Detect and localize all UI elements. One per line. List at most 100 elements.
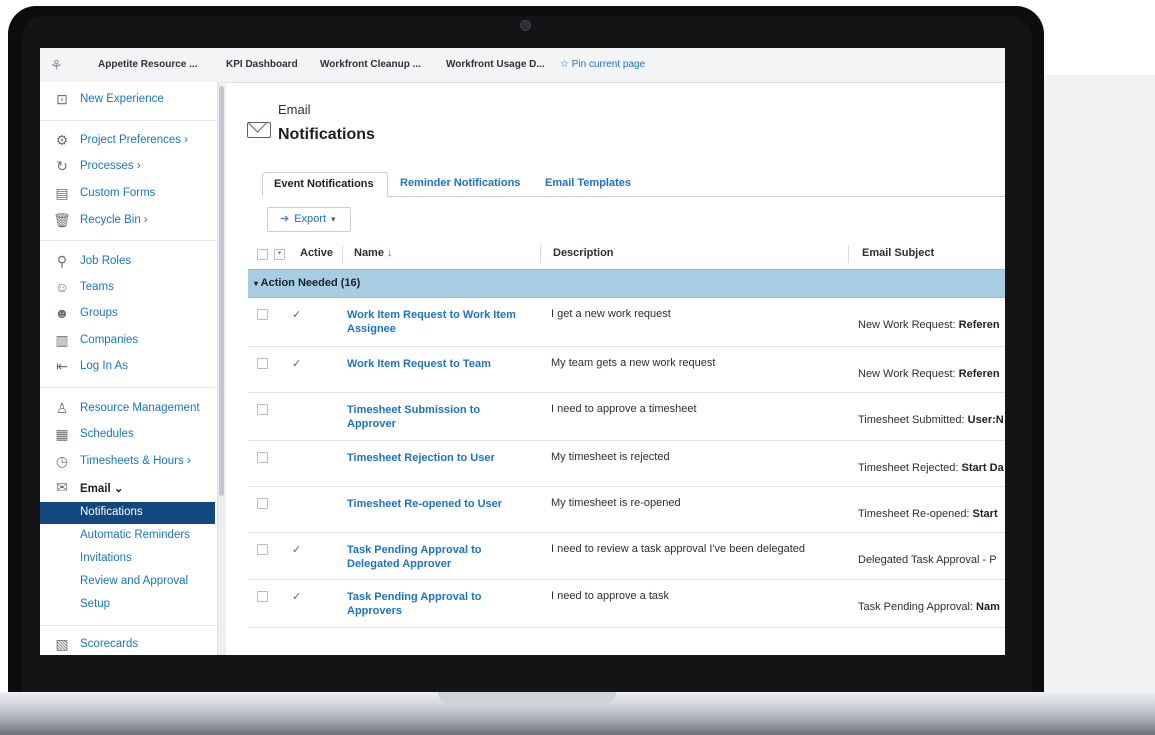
divider xyxy=(40,625,217,626)
table-row[interactable]: ✓ Work Item Request to Team My team gets… xyxy=(248,347,1005,393)
tab-bar: Event Notifications Reminder Notificatio… xyxy=(262,172,1005,197)
sidebar-item-timesheets-hours[interactable]: ◷ Timesheets & Hours › xyxy=(40,450,217,474)
sidebar-subitem-review-and-approval[interactable]: Review and Approval xyxy=(40,571,215,593)
notification-name-link[interactable]: Timesheet Rejection to User xyxy=(347,451,527,465)
calendar-icon: ▦ xyxy=(55,426,69,442)
clock-icon: ◷ xyxy=(55,453,69,469)
login-icon: ⇤ xyxy=(56,358,68,374)
sidebar-item-custom-forms[interactable]: ▤ Custom Forms xyxy=(40,182,217,206)
column-header-description[interactable]: Description xyxy=(553,247,614,259)
page-subtitle: Email xyxy=(278,102,311,117)
sidebar-item-teams[interactable]: ☺ Teams xyxy=(40,276,217,300)
notification-subject: New Work Request: Referen xyxy=(858,368,1000,380)
row-checkbox[interactable] xyxy=(257,404,268,415)
sidebar-subitem-setup[interactable]: Setup xyxy=(40,594,215,616)
page-title: Notifications xyxy=(278,126,375,143)
scrollbar-thumb[interactable] xyxy=(219,86,224,496)
row-checkbox[interactable] xyxy=(257,498,268,509)
form-icon: ▤ xyxy=(55,185,69,201)
active-check-icon: ✓ xyxy=(292,544,302,556)
notification-description: My timesheet is rejected xyxy=(551,451,670,463)
sidebar-item-companies[interactable]: ▥ Companies xyxy=(40,329,217,353)
user-gear-icon: ♙ xyxy=(55,400,69,416)
table-row[interactable]: Timesheet Rejection to User My timesheet… xyxy=(248,441,1005,487)
notification-subject: Timesheet Submitted: User:N xyxy=(858,414,1004,426)
pinned-page[interactable]: KPI Dashboard xyxy=(226,59,298,70)
pinned-page[interactable]: Workfront Cleanup ... xyxy=(320,59,421,70)
notification-description: I need to review a task approval I've be… xyxy=(551,543,806,555)
notification-name-link[interactable]: Timesheet Submission to Approver xyxy=(347,403,527,431)
sidebar-subitem-automatic-reminders[interactable]: Automatic Reminders xyxy=(40,525,215,547)
envelope-icon: ✉ xyxy=(56,479,68,495)
row-checkbox[interactable] xyxy=(257,544,268,555)
notification-name-link[interactable]: Timesheet Re-opened to User xyxy=(347,497,527,511)
row-checkbox[interactable] xyxy=(257,452,268,463)
active-check-icon: ✓ xyxy=(292,591,302,603)
process-icon: ↻ xyxy=(56,158,68,174)
group-header-action-needed[interactable]: ▾ Action Needed (16) xyxy=(248,269,1005,298)
divider xyxy=(40,387,217,388)
sidebar-item-resource-management[interactable]: ♙ Resource Management xyxy=(40,397,217,421)
table-row[interactable]: Timesheet Submission to Approver I need … xyxy=(248,393,1005,441)
pinned-page[interactable]: Appetite Resource ... xyxy=(98,59,197,70)
envelope-icon xyxy=(247,122,271,138)
sidebar-item-job-roles[interactable]: ⚲ Job Roles xyxy=(40,250,217,274)
tab-event-notifications[interactable]: Event Notifications xyxy=(262,172,388,197)
sidebar-scrollbar[interactable] xyxy=(217,82,226,655)
sidebar-item-project-preferences[interactable]: ⚙ Project Preferences › xyxy=(40,129,217,153)
notification-description: I need to approve a timesheet xyxy=(551,403,697,415)
pinned-page[interactable]: Workfront Usage D... xyxy=(446,59,545,70)
sidebar-item-email[interactable]: ✉ Email ⌄ xyxy=(40,476,217,500)
row-checkbox[interactable] xyxy=(257,591,268,602)
sidebar-subitem-invitations[interactable]: Invitations xyxy=(40,548,215,570)
table-row[interactable]: Timesheet Re-opened to User My timesheet… xyxy=(248,487,1005,533)
column-header-email-subject[interactable]: Email Subject xyxy=(862,247,934,259)
sidebar-item-recycle-bin[interactable]: 🗑 Recycle Bin › xyxy=(40,209,217,233)
pin-current-page-link[interactable]: ☆ Pin current page xyxy=(560,59,645,70)
notification-subject: Timesheet Rejected: Start Da xyxy=(858,462,1004,474)
app-logo-icon: ⚘ xyxy=(50,57,63,73)
sidebar-subitem-notifications[interactable]: Notifications xyxy=(40,502,215,524)
sidebar-item-scorecards[interactable]: ▧ Scorecards xyxy=(40,633,217,655)
pinned-pages-bar: ⚘ Appetite Resource ... KPI Dashboard Wo… xyxy=(40,48,1005,83)
notification-subject: New Work Request: Referen xyxy=(858,319,1000,331)
notification-name-link[interactable]: Work Item Request to Team xyxy=(347,357,527,371)
notification-description: My team gets a new work request xyxy=(551,357,716,369)
notification-name-link[interactable]: Task Pending Approval to Approvers xyxy=(347,590,527,618)
new-experience-icon: ⊡ xyxy=(56,91,68,107)
column-header-name[interactable]: Name ↓ xyxy=(354,247,393,259)
notification-subject: Timesheet Re-opened: Start xyxy=(858,508,998,520)
notification-name-link[interactable]: Task Pending Approval to Delegated Appro… xyxy=(347,543,527,571)
table-row[interactable]: ✓ Work Item Request to Work Item Assigne… xyxy=(248,298,1005,347)
active-check-icon: ✓ xyxy=(292,358,302,370)
table-row[interactable]: ✓ Task Pending Approval to Delegated App… xyxy=(248,533,1005,580)
row-checkbox[interactable] xyxy=(257,358,268,369)
main-content: Email Notifications Event Notifications … xyxy=(226,82,1005,655)
row-checkbox[interactable] xyxy=(257,309,268,320)
tab-reminder-notifications[interactable]: Reminder Notifications xyxy=(389,172,531,196)
table-row[interactable]: ✓ Task Pending Approval to Approvers I n… xyxy=(248,580,1005,628)
select-all-checkbox[interactable] xyxy=(257,249,268,260)
sidebar-item-log-in-as[interactable]: ⇤ Log In As xyxy=(40,355,217,379)
sidebar-item-processes[interactable]: ↻ Processes › xyxy=(40,155,217,179)
tab-email-templates[interactable]: Email Templates xyxy=(534,172,642,196)
gear-icon: ⚙ xyxy=(55,132,69,148)
export-button[interactable]: ➔ Export ▾ xyxy=(267,207,351,232)
sort-down-icon: ↓ xyxy=(387,247,393,259)
building-icon: ▥ xyxy=(55,332,69,348)
sidebar-item-schedules[interactable]: ▦ Schedules xyxy=(40,423,217,447)
notification-name-link[interactable]: Work Item Request to Work Item Assignee xyxy=(347,308,527,336)
notification-description: I need to approve a task xyxy=(551,590,670,602)
select-menu-dropdown[interactable]: ▾ xyxy=(274,249,285,260)
job-roles-icon: ⚲ xyxy=(56,253,68,269)
notification-description: My timesheet is re-opened xyxy=(551,497,681,509)
laptop-notch xyxy=(438,692,616,704)
pin-icon: ☆ xyxy=(560,59,569,70)
column-header-active[interactable]: Active xyxy=(300,247,333,259)
active-check-icon: ✓ xyxy=(292,309,302,321)
sidebar-item-new-experience[interactable]: ⊡ New Experience xyxy=(40,88,217,112)
teams-icon: ☺ xyxy=(54,279,70,295)
sidebar-item-groups[interactable]: ☻ Groups xyxy=(40,302,217,326)
app-window: ⚘ Appetite Resource ... KPI Dashboard Wo… xyxy=(40,48,1005,655)
setup-sidebar: ⊡ New Experience ⚙ Project Preferences ›… xyxy=(40,82,218,655)
